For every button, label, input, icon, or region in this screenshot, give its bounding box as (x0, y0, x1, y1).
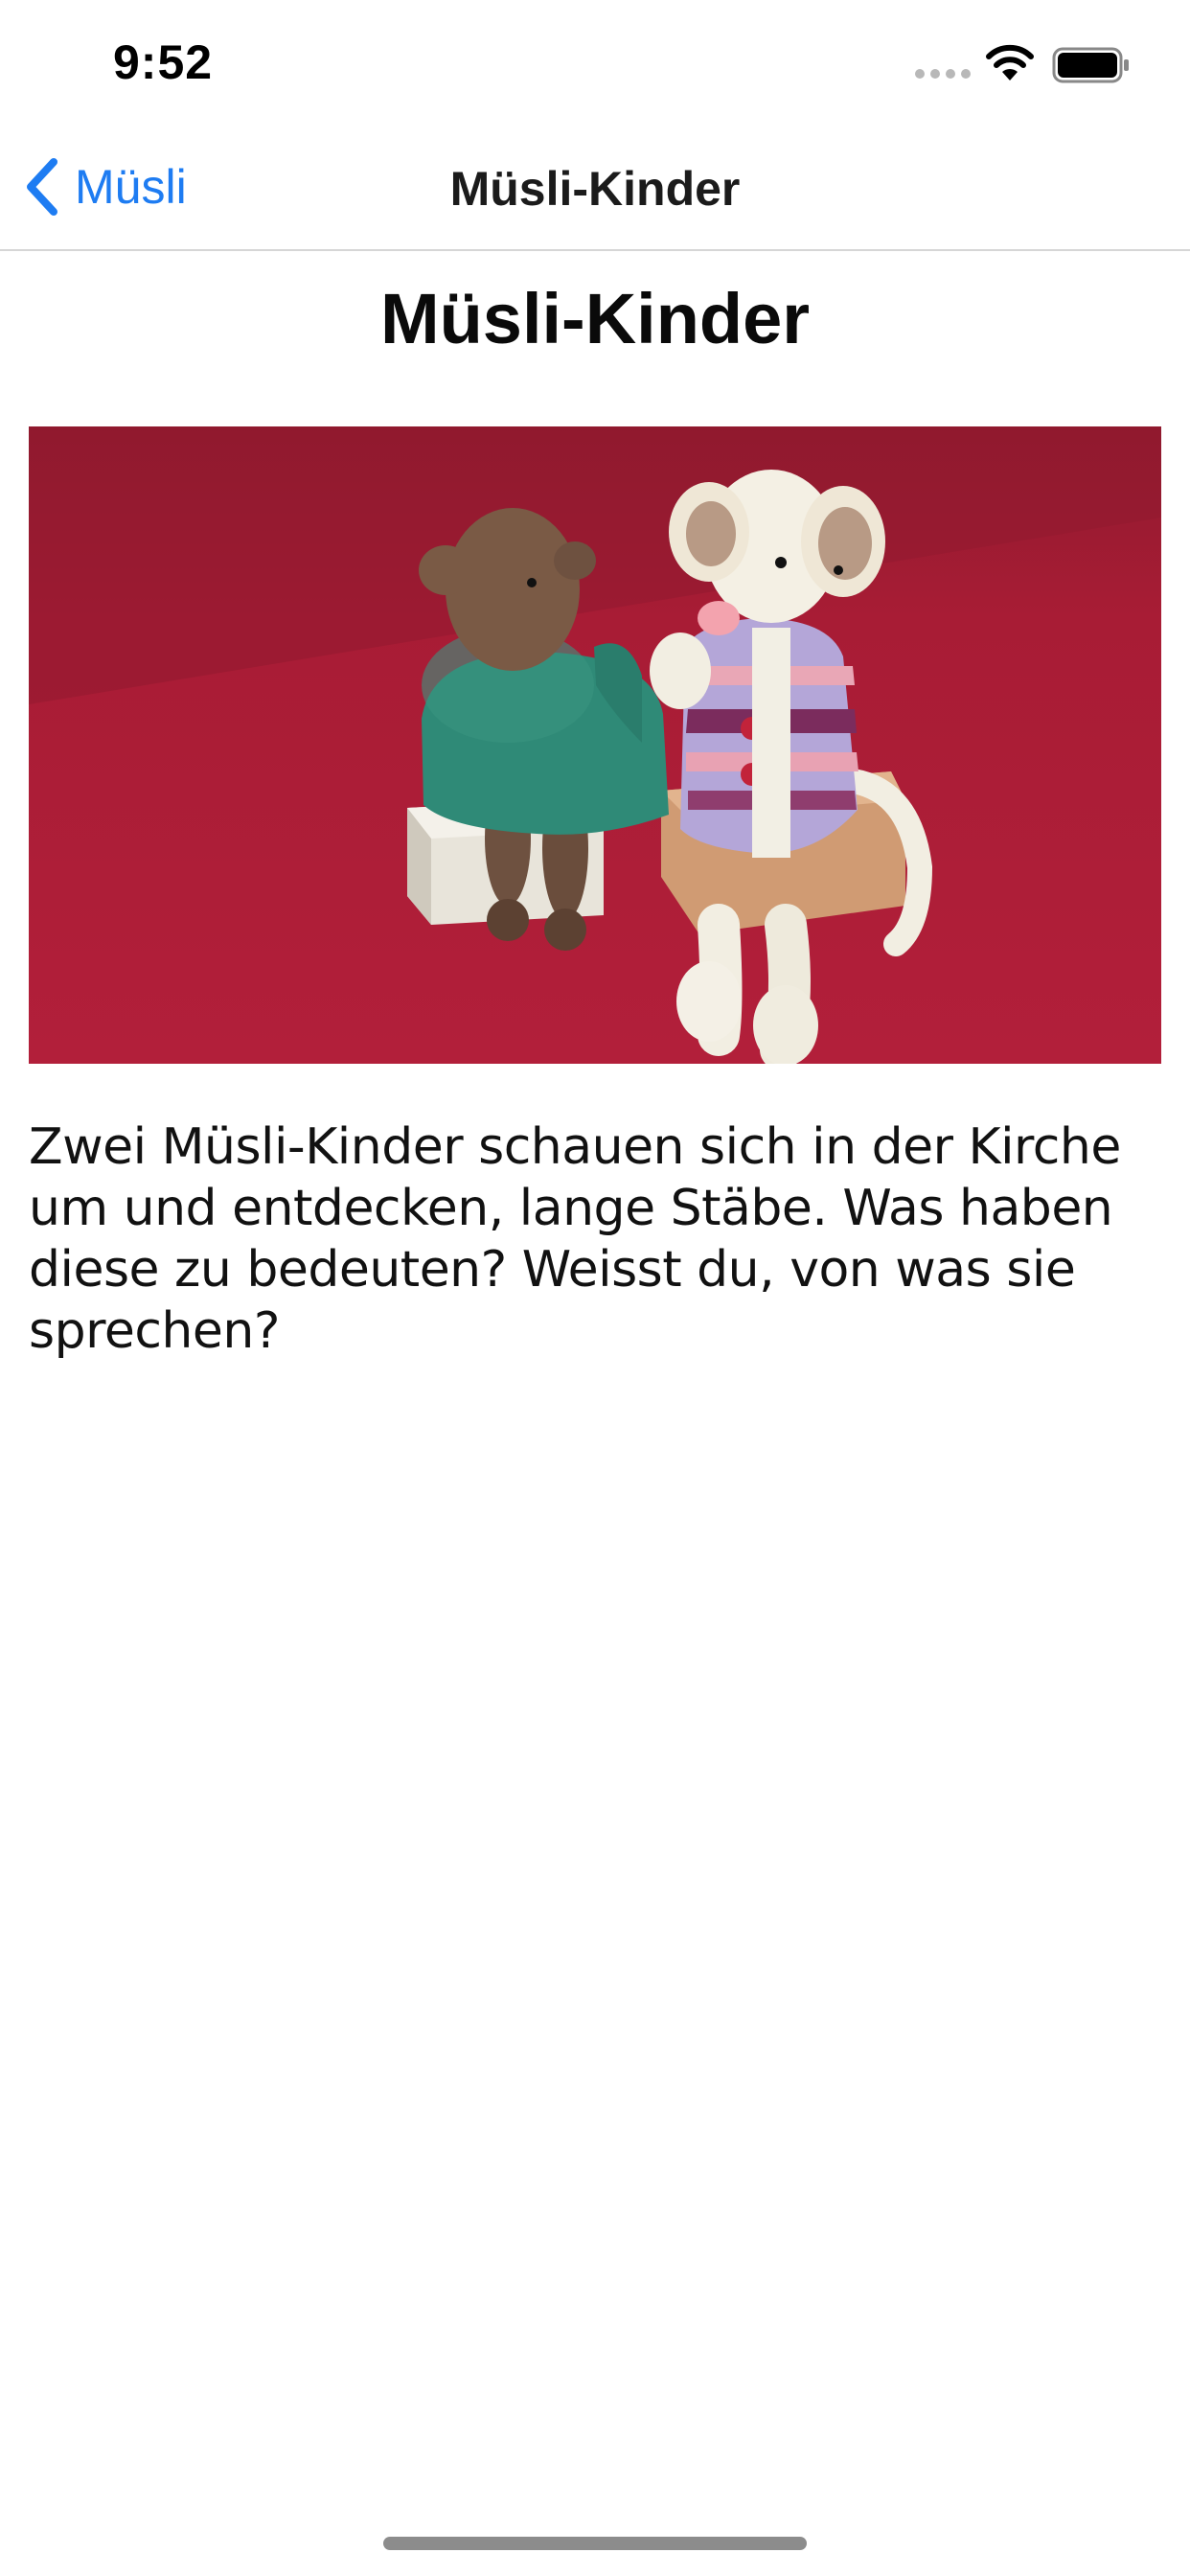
page-title: Müsli-Kinder (379, 279, 811, 358)
navigation-bar: Müsli-Kinder Müsli (0, 126, 1190, 251)
back-button[interactable]: Müsli (23, 153, 187, 220)
wifi-icon (986, 44, 1034, 80)
cellular-signal-icon (915, 69, 971, 79)
chevron-left-icon (27, 158, 57, 216)
story-photo (29, 426, 1161, 1064)
status-time: 9:52 (113, 35, 214, 89)
back-button-label: Müsli (75, 160, 187, 214)
battery-icon (1052, 47, 1129, 83)
story-description: Zwei Müsli-Kinder schauen sich in der Ki… (29, 1118, 1121, 1360)
home-indicator[interactable] (383, 2537, 807, 2550)
status-bar: 9:52 (0, 0, 1190, 126)
